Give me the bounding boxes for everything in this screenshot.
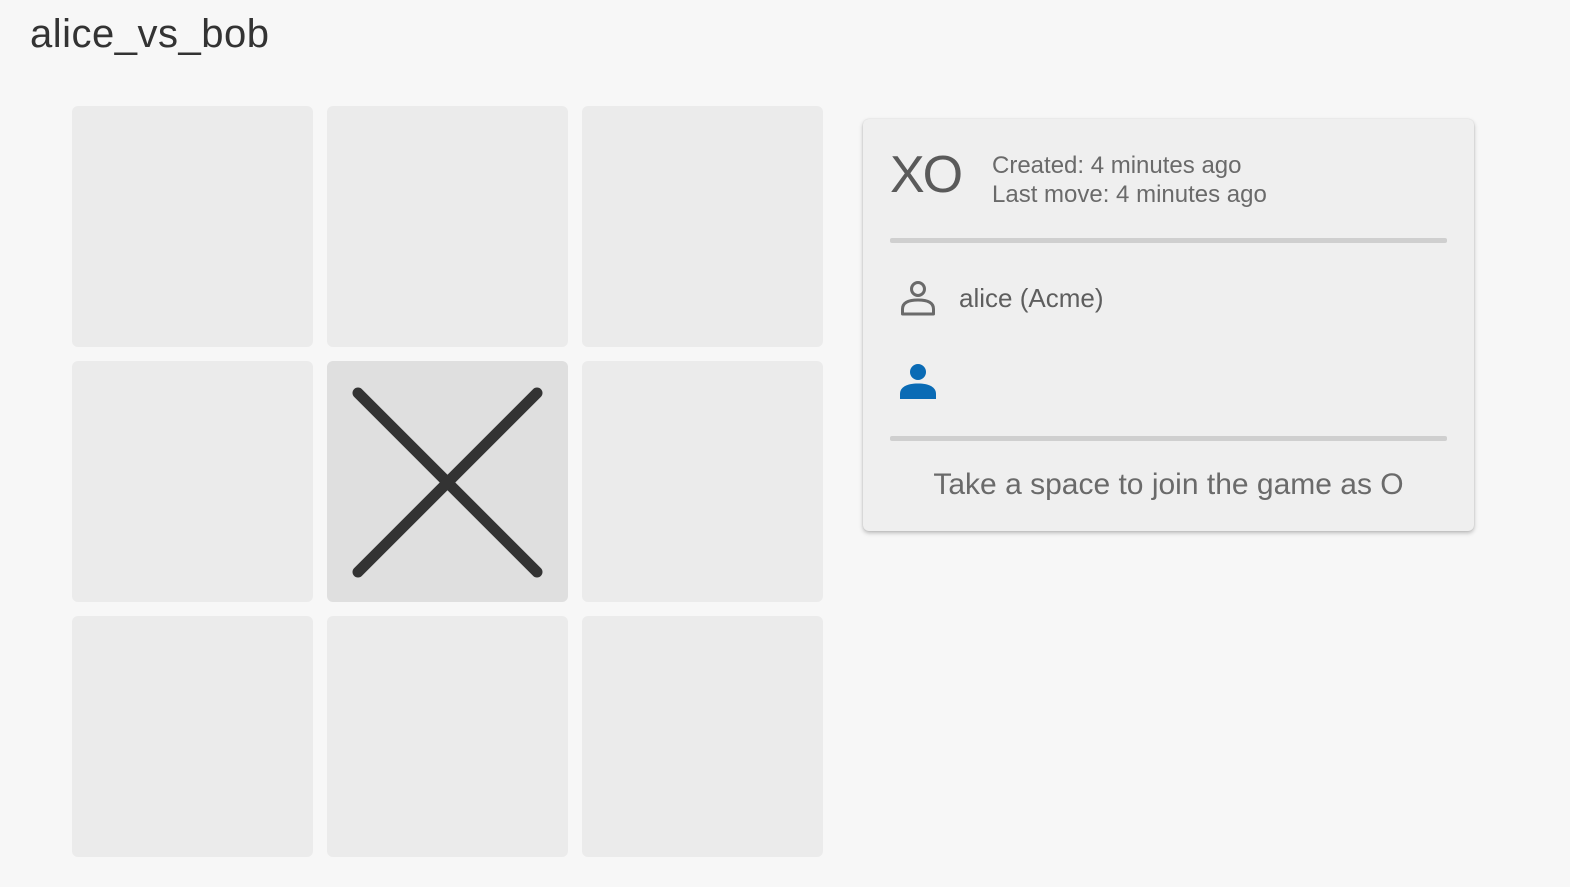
game-title: alice_vs_bob: [30, 12, 270, 56]
player-x-row: alice (Acme): [897, 277, 1103, 319]
board-cell-3[interactable]: [72, 361, 313, 602]
board-cell-4: [327, 361, 568, 602]
board-cell-1[interactable]: [327, 106, 568, 347]
game-page: alice_vs_bob XO Created: 4 minutes ago L…: [0, 0, 1570, 887]
join-hint: Take a space to join the game as O: [933, 468, 1404, 501]
created-time: Created: 4 minutes ago: [992, 152, 1242, 179]
game-info-card: XO Created: 4 minutes ago Last move: 4 m…: [863, 119, 1474, 531]
divider: [890, 238, 1447, 243]
board-cell-6[interactable]: [72, 616, 313, 857]
board-cell-2[interactable]: [582, 106, 823, 347]
xo-logo: XO: [890, 146, 963, 204]
board-cell-5[interactable]: [582, 361, 823, 602]
person-outline-icon: [901, 281, 935, 316]
x-mark-icon: [352, 387, 543, 578]
player-x-name: alice (Acme): [959, 282, 1104, 313]
game-meta: Created: 4 minutes ago Last move: 4 minu…: [992, 151, 1267, 209]
game-board: [72, 106, 823, 857]
player-o-row: [897, 361, 959, 403]
board-cell-0[interactable]: [72, 106, 313, 347]
divider: [890, 436, 1447, 441]
board-cell-7[interactable]: [327, 616, 568, 857]
person-filled-icon: [900, 364, 936, 399]
last-move-time: Last move: 4 minutes ago: [992, 181, 1267, 208]
board-cell-8[interactable]: [582, 616, 823, 857]
